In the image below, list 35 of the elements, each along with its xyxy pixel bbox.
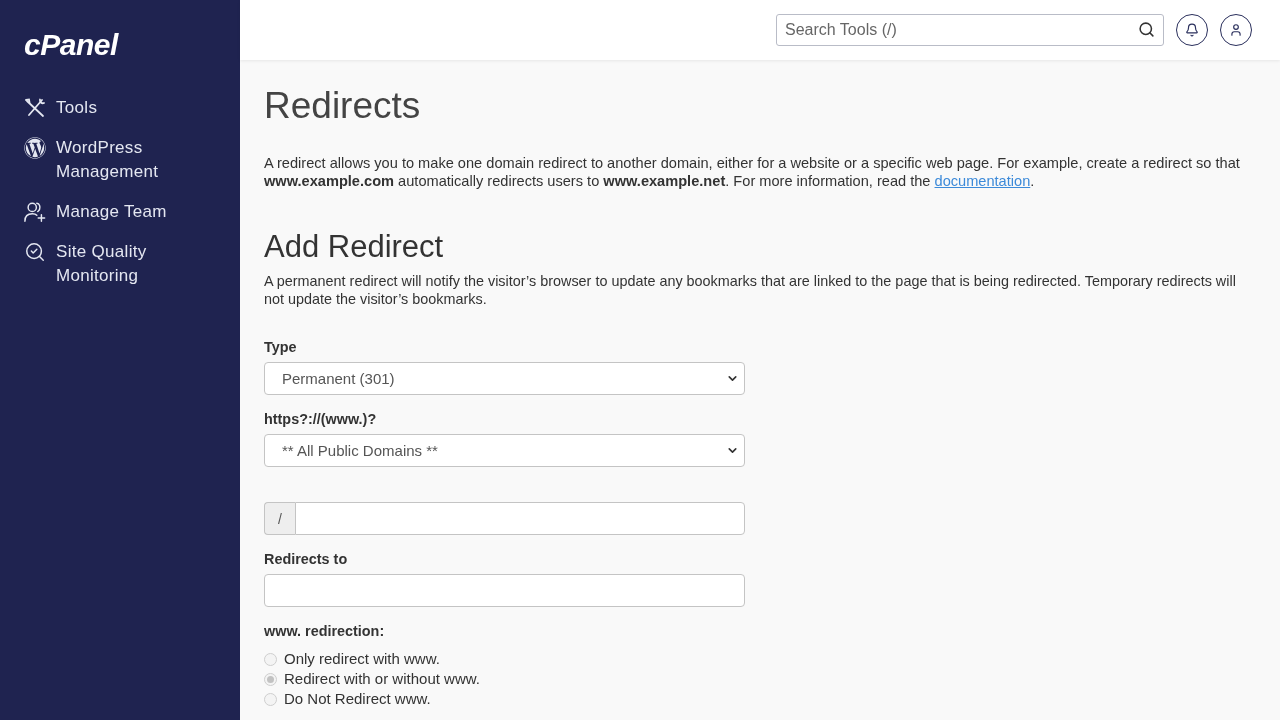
page-title: Redirects bbox=[264, 84, 422, 128]
path-input[interactable] bbox=[295, 502, 745, 535]
user-icon bbox=[1229, 23, 1243, 37]
dropdown-select[interactable]: ** All Public Domains ** bbox=[264, 434, 745, 467]
sidebar-item[interactable]: Site Quality Monitoring bbox=[24, 240, 186, 288]
sidebar-item-label: Manage Team bbox=[56, 201, 167, 223]
sidebar-item-label: WordPress Management bbox=[56, 137, 160, 183]
sidebar-item[interactable]: Manage Team bbox=[24, 200, 167, 224]
field-label: https?://(www.)? bbox=[264, 410, 377, 428]
user-menu-button[interactable] bbox=[1220, 14, 1252, 46]
path-prefix: / bbox=[264, 502, 295, 535]
section-title: Add Redirect bbox=[264, 228, 445, 266]
radio-label: Only redirect with www. bbox=[284, 649, 440, 669]
wordpress-icon bbox=[24, 136, 46, 160]
dropdown-select[interactable]: Permanent (301) bbox=[264, 362, 745, 395]
magnifier-check-icon bbox=[24, 240, 46, 264]
section-description: A permanent redirect will notify the visitor’s browser to update any bookmarks that are linked to the page that is being redirected. Temporary redirects will not update the visitor’s bookmarks. bbox=[264, 272, 1237, 308]
sidebar-item-label: Tools bbox=[56, 97, 98, 119]
field-label: Redirects to bbox=[264, 550, 348, 568]
crossed-tools-icon bbox=[24, 98, 46, 118]
sidebar-item-label: Site Quality Monitoring bbox=[56, 241, 148, 287]
intro-text: A redirect allows you to make one domain redirect to another domain, either for a website or a specific web page. For example, create a redirect so that www.example.com automatically redirects users to www.example.net. For more information, read the documentation. bbox=[264, 154, 1241, 190]
notifications-button[interactable] bbox=[1176, 14, 1208, 46]
bell-icon bbox=[1185, 23, 1199, 37]
logo-text: cPanel bbox=[24, 28, 118, 62]
field-label: www. redirection: bbox=[264, 622, 385, 640]
sidebar-item[interactable]: Tools bbox=[24, 96, 98, 120]
field-label: Type bbox=[264, 338, 297, 356]
search-field[interactable]: Search Tools (/) bbox=[776, 14, 1164, 46]
text-input[interactable] bbox=[264, 574, 745, 607]
search-icon[interactable] bbox=[1138, 21, 1155, 38]
user-add-icon bbox=[24, 200, 46, 224]
radio-label: Do Not Redirect www. bbox=[284, 689, 431, 709]
radio-label: Redirect with or without www. bbox=[284, 669, 480, 689]
sidebar-item[interactable]: WordPress Management bbox=[24, 136, 186, 184]
